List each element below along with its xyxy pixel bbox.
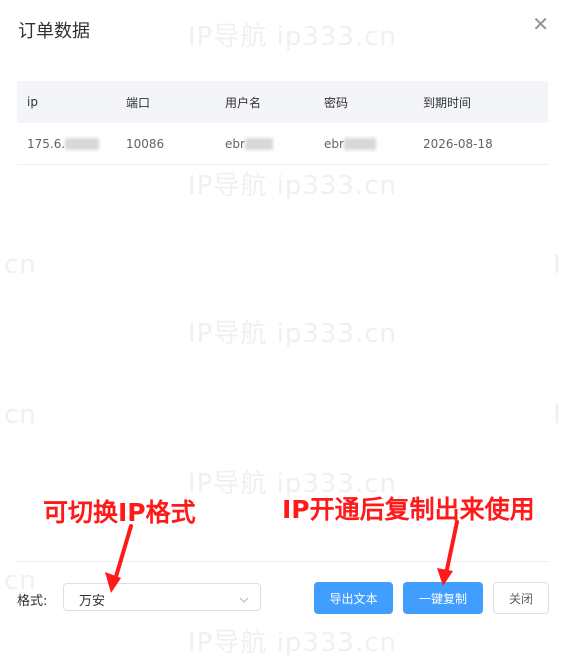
arrow-head-copy: [437, 568, 453, 586]
annotation-arrows: [105, 520, 459, 593]
arrow-line-format: [113, 524, 133, 582]
arrow-head-format: [105, 572, 121, 593]
arrow-line-copy: [444, 520, 459, 576]
